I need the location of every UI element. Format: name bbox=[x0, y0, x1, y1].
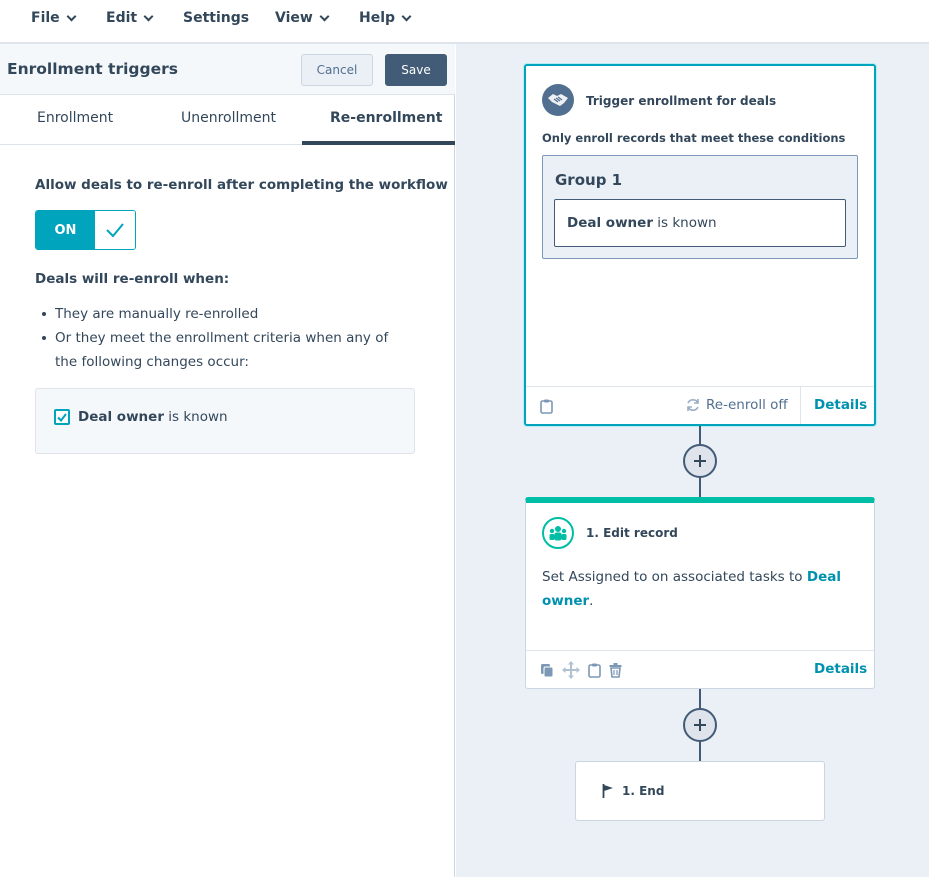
allow-reenroll-heading: Allow deals to re-enroll after completin… bbox=[35, 177, 448, 193]
trigger-title: Trigger enrollment for deals bbox=[586, 94, 777, 108]
chevron-down-icon bbox=[143, 11, 154, 21]
reenroll-toggle[interactable]: ON bbox=[35, 210, 136, 250]
active-tab-indicator bbox=[302, 141, 455, 145]
copy-icon[interactable] bbox=[540, 663, 554, 678]
action-title: 1. Edit record bbox=[586, 526, 678, 540]
move-icon[interactable] bbox=[562, 661, 580, 679]
reenroll-conditions-list: They are manually re-enrolled Or they me… bbox=[42, 302, 412, 374]
menu-settings-label: Settings bbox=[183, 10, 250, 26]
toggle-on-label: ON bbox=[36, 211, 95, 249]
reenroll-status[interactable]: Re-enroll off bbox=[686, 397, 788, 413]
panel-tabs: Enrollment Unenrollment Re-enrollment bbox=[0, 95, 455, 145]
deal-owner-checkbox[interactable] bbox=[54, 409, 70, 425]
action-card-footer: Details bbox=[526, 650, 874, 688]
trigger-card-footer: Re-enroll off Details bbox=[526, 386, 874, 424]
refresh-icon bbox=[687, 399, 699, 411]
action-toolbar bbox=[540, 661, 622, 679]
flag-icon bbox=[602, 784, 613, 798]
end-label: 1. End bbox=[622, 784, 665, 798]
tab-re-enrollment[interactable]: Re-enrollment bbox=[330, 110, 442, 126]
menu-view-label: View bbox=[275, 10, 313, 26]
add-action-button[interactable] bbox=[683, 444, 717, 478]
chevron-down-icon bbox=[66, 11, 77, 21]
action-details-link[interactable]: Details bbox=[814, 661, 867, 677]
clipboard-icon[interactable] bbox=[540, 399, 553, 414]
trash-icon[interactable] bbox=[609, 662, 622, 678]
action-description-suffix: . bbox=[589, 593, 594, 609]
menu-view[interactable]: View bbox=[275, 10, 330, 26]
menu-settings[interactable]: Settings bbox=[183, 10, 249, 26]
reenroll-conditions-heading: Deals will re-enroll when: bbox=[35, 271, 230, 287]
list-item: They are manually re-enrolled bbox=[42, 302, 412, 326]
add-action-button[interactable] bbox=[683, 708, 717, 742]
save-button[interactable]: Save bbox=[385, 54, 447, 86]
plus-icon bbox=[694, 719, 706, 731]
toggle-knob bbox=[94, 211, 135, 249]
criteria-label: Deal owner is known bbox=[78, 409, 228, 425]
end-label-row: 1. End bbox=[602, 784, 664, 798]
condition-property: Deal owner bbox=[567, 215, 653, 231]
criteria-property: Deal owner bbox=[78, 409, 164, 425]
menu-bar: File Edit Settings View Help bbox=[0, 0, 929, 44]
people-icon bbox=[542, 517, 574, 549]
criteria-option: Deal owner is known bbox=[35, 388, 415, 454]
cancel-button[interactable]: Cancel bbox=[301, 54, 373, 86]
menu-edit-label: Edit bbox=[106, 10, 138, 26]
list-item: Or they meet the enrollment criteria whe… bbox=[42, 326, 412, 374]
chevron-down-icon bbox=[401, 11, 412, 21]
action-description: Set Assigned to on associated tasks to D… bbox=[542, 565, 862, 613]
plus-icon bbox=[694, 455, 706, 467]
edit-record-card[interactable]: 1. Edit record Set Assigned to on associ… bbox=[525, 497, 875, 689]
footer-divider bbox=[800, 387, 801, 424]
tab-enrollment[interactable]: Enrollment bbox=[37, 110, 113, 126]
menu-file[interactable]: File bbox=[31, 10, 77, 26]
end-card[interactable]: 1. End bbox=[575, 761, 825, 821]
panel-header: Enrollment triggers Cancel Save bbox=[0, 44, 455, 95]
menu-help[interactable]: Help bbox=[359, 10, 412, 26]
condition-operator: is known bbox=[652, 215, 717, 231]
condition-filter[interactable]: Deal owner is known bbox=[554, 199, 846, 247]
chevron-down-icon bbox=[319, 11, 330, 21]
tab-unenrollment[interactable]: Unenrollment bbox=[181, 110, 276, 126]
condition-group: Group 1 Deal owner is known bbox=[542, 155, 858, 259]
trigger-subtitle: Only enroll records that meet these cond… bbox=[542, 131, 846, 145]
clipboard-icon[interactable] bbox=[588, 663, 601, 678]
check-icon bbox=[57, 412, 67, 422]
enrollment-panel: Enrollment triggers Cancel Save Enrollme… bbox=[0, 44, 455, 877]
trigger-card[interactable]: Trigger enrollment for deals Only enroll… bbox=[524, 64, 876, 426]
trigger-details-link[interactable]: Details bbox=[814, 397, 867, 413]
menu-help-label: Help bbox=[359, 10, 396, 26]
group-title: Group 1 bbox=[555, 171, 623, 189]
criteria-condition: is known bbox=[163, 409, 228, 425]
reenroll-status-label: Re-enroll off bbox=[706, 397, 788, 413]
action-description-text: Set Assigned to on associated tasks to bbox=[542, 569, 807, 585]
menu-file-label: File bbox=[31, 10, 60, 26]
menu-edit[interactable]: Edit bbox=[106, 10, 154, 26]
check-icon bbox=[106, 223, 124, 238]
handshake-icon bbox=[542, 84, 574, 116]
condition-label: Deal owner is known bbox=[567, 215, 717, 231]
panel-title: Enrollment triggers bbox=[7, 60, 178, 78]
